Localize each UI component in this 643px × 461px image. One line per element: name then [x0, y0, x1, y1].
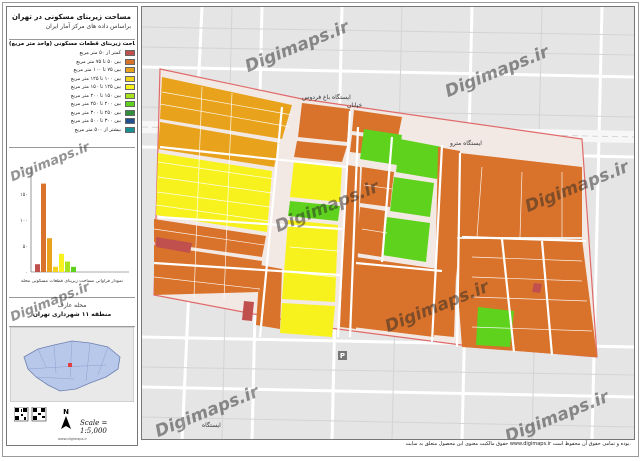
map-title-line2: براساس داده های مرکز آمار ایران: [45, 23, 131, 30]
histogram-bar-1: [35, 264, 40, 272]
legend-label: بین ۲۵۰ تا ۳۰۰ متر مربع: [70, 109, 121, 116]
legend-label: بین ۲۰۰ تا ۲۵۰ متر مربع: [70, 101, 121, 108]
y-tick-label: ۰: [25, 270, 28, 276]
legend-label: کمتر از ۵۰ متر مربع: [79, 50, 121, 57]
y-tick-label: ۱۵۰: [20, 192, 28, 198]
qr-code-icon: [31, 407, 47, 422]
map-canvas[interactable]: ایستگاه باغ فردوس خیابان ایستگاه مترو ای…: [142, 7, 635, 440]
legend-label: بین ۱۵۰ تا ۲۰۰ متر مربع: [70, 92, 121, 99]
map-label-station2: ایستگاه مترو: [449, 139, 482, 147]
legend-swatch: [125, 118, 135, 125]
legend-item: کمتر از ۵۰ متر مربع: [9, 49, 135, 58]
legend-panel: مساحت زیربنای مسکونی در تهران براساس داد…: [6, 6, 138, 446]
svg-text:P: P: [340, 352, 345, 360]
panel-footer: N Scale = 1:5,000 www.digimaps.ir: [10, 405, 135, 441]
credits-line1: حقوق مالکیت معنوی این محصول متعلق به سای…: [405, 441, 631, 447]
legend-label: بین ۳۰۰ تا ۵۰۰ متر مربع: [70, 118, 121, 125]
credits: حقوق مالکیت معنوی این محصول متعلق به سای…: [141, 441, 635, 447]
locator-inset-map: [9, 326, 135, 403]
y-tick-label: ۵۰: [23, 244, 28, 250]
legend-swatch: [125, 67, 135, 74]
region-label: محله عارف: [57, 302, 87, 309]
study-area-marker: [68, 363, 72, 367]
legend-swatch: [125, 92, 135, 99]
histogram-svg: ۲۰۰ ۱۵۰ ۱۰۰ ۵۰ ۰: [20, 166, 129, 276]
legend-swatch: [125, 50, 135, 57]
legend-item: بین ۳۰۰ تا ۵۰۰ متر مربع: [9, 117, 135, 126]
map-label-station1: ایستگاه باغ فردوس: [302, 93, 351, 101]
legend-label: بین ۷۵ تا ۱۰۰ متر مربع: [73, 67, 121, 74]
legend-swatch: [125, 109, 135, 116]
histogram-bar-3: [47, 238, 52, 272]
map-title-line1: مساحت زیربنای مسکونی در تهران: [11, 13, 131, 21]
region-box: محله عارف منطقه ۱۱ شهرداری تهران: [9, 297, 135, 327]
histogram-bar-2: [41, 183, 46, 272]
legend: مساحت زیربنای قطعات مسکونی (واحد متر مرب…: [9, 41, 135, 141]
legend-label: بین ۵۰ تا ۷۵ متر مربع: [76, 58, 121, 65]
map-title: مساحت زیربنای مسکونی در تهران براساس داد…: [9, 9, 135, 40]
histogram-bar-6: [65, 261, 70, 272]
legend-item: بیشتر از ۵۰۰ متر مربع: [9, 126, 135, 135]
region-name: منطقه ۱۱ شهرداری تهران: [32, 311, 112, 318]
legend-swatch: [125, 58, 135, 65]
parking-icon: P: [338, 351, 347, 360]
legend-item: بین ۱۰۰ تا ۱۲۵ متر مربع: [9, 75, 135, 84]
legend-item: بین ۱۲۵ تا ۱۵۰ متر مربع: [9, 83, 135, 92]
y-tick-label: ۲۰۰: [20, 166, 28, 172]
main-map[interactable]: ایستگاه باغ فردوس خیابان ایستگاه مترو ای…: [141, 6, 635, 440]
legend-swatch: [125, 84, 135, 91]
histogram-bar-4: [53, 266, 58, 272]
legend-label: بین ۱۰۰ تا ۱۲۵ متر مربع: [70, 75, 121, 82]
histogram-caption: نمودار فراوانی مساحت زیربنای قطعات مسکون…: [21, 279, 123, 284]
legend-swatch: [125, 126, 135, 133]
svg-text:N: N: [63, 408, 69, 416]
legend-item: بین ۷۵ تا ۱۰۰ متر مربع: [9, 66, 135, 75]
histogram-bar-7: [71, 266, 76, 272]
legend-item: بین ۲۰۰ تا ۲۵۰ متر مربع: [9, 100, 135, 109]
legend-swatch: [125, 101, 135, 108]
footer-credit-small: www.digimaps.ir: [58, 437, 87, 441]
histogram-bar-5: [59, 253, 64, 272]
qr-code-icon: [14, 407, 29, 422]
y-tick-label: ۱۰۰: [20, 218, 28, 224]
legend-item: بین ۵۰ تا ۷۵ متر مربع: [9, 58, 135, 67]
legend-label: بیشتر از ۵۰۰ متر مربع: [74, 126, 121, 133]
north-arrow-icon: N: [61, 408, 71, 429]
legend-item: بین ۲۵۰ تا ۳۰۰ متر مربع: [9, 109, 135, 118]
histogram-chart: ۲۰۰ ۱۵۰ ۱۰۰ ۵۰ ۰: [9, 147, 135, 298]
legend-label: بین ۱۲۵ تا ۱۵۰ متر مربع: [70, 84, 121, 91]
legend-swatch: [125, 75, 135, 82]
map-label-street1: خیابان: [347, 102, 363, 109]
scale-text: Scale = 1:5,000: [80, 419, 108, 435]
legend-item: بین ۱۵۰ تا ۲۰۰ متر مربع: [9, 92, 135, 101]
map-label-station3: ایستگاه: [202, 421, 221, 429]
legend-heading: مساحت زیربنای قطعات مسکونی (واحد متر مرب…: [9, 41, 135, 47]
